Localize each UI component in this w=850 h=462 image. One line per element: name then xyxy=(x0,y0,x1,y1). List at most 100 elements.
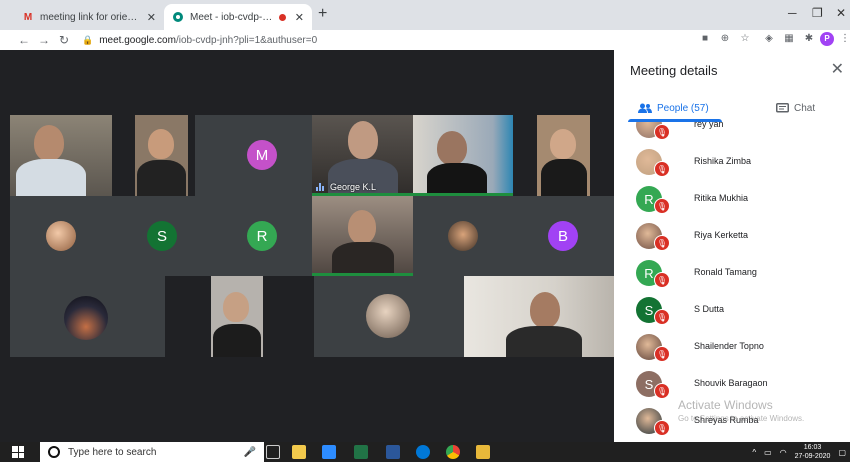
wifi-icon[interactable]: ◠ xyxy=(780,448,787,457)
video-tile[interactable] xyxy=(464,276,614,357)
participant-name: Shouvik Baragaon xyxy=(694,378,768,388)
participant-row[interactable]: 🎙 rey yah xyxy=(614,122,850,143)
zoom-app-icon[interactable] xyxy=(322,445,336,459)
mic-off-icon: 🎙 xyxy=(654,346,670,362)
extension-icon[interactable]: ▦ xyxy=(782,32,796,46)
video-tile[interactable] xyxy=(312,196,413,276)
video-tile[interactable] xyxy=(135,115,188,196)
close-icon[interactable]: ✕ xyxy=(147,11,156,24)
file-explorer-icon[interactable] xyxy=(476,445,490,459)
reload-icon[interactable]: ↻ xyxy=(54,33,74,47)
puzzle-icon[interactable]: ✱ xyxy=(802,32,816,46)
minimize-icon[interactable]: ─ xyxy=(788,6,797,20)
avatar: B xyxy=(548,221,578,251)
participant-tile[interactable] xyxy=(10,276,165,357)
tab-title: meeting link for orientation prog xyxy=(40,11,143,23)
clock[interactable]: 16:03 27-09-2020 xyxy=(795,443,831,461)
chevron-up-icon[interactable]: ^ xyxy=(752,448,756,457)
video-tile[interactable] xyxy=(537,115,590,196)
meeting-grid: M George K.L S R B xyxy=(0,50,614,442)
forward-icon[interactable]: → xyxy=(34,33,54,47)
video-tile[interactable] xyxy=(211,276,263,357)
clock-date: 27-09-2020 xyxy=(794,453,831,460)
participant-tile[interactable]: R xyxy=(212,196,312,276)
tab-title: Meet - iob-cvdp-jnh xyxy=(190,11,274,23)
participant-row[interactable]: S 🎙 S Dutta xyxy=(614,291,850,328)
participant-tile[interactable] xyxy=(413,196,513,276)
avatar: S xyxy=(147,221,177,251)
mic-off-icon: 🎙 xyxy=(654,161,670,177)
notification-icon[interactable]: ▢ xyxy=(838,448,846,457)
zoom-icon[interactable]: ⊕ xyxy=(718,32,732,46)
video-tile-speaking[interactable]: George K.L xyxy=(312,115,413,196)
tab-people-label: People (57) xyxy=(657,102,709,114)
battery-icon[interactable]: ▭ xyxy=(764,448,772,457)
avatar xyxy=(46,221,76,251)
menu-icon[interactable]: ⋮ xyxy=(838,32,850,46)
speaking-indicator-icon xyxy=(316,183,326,191)
windows-start-icon[interactable] xyxy=(12,446,24,458)
excel-icon[interactable] xyxy=(354,445,368,459)
participant-tile[interactable] xyxy=(10,196,112,276)
address-bar[interactable]: 🔒 meet.google.com/iob-cvdp-jnh?pli=1&aut… xyxy=(82,32,622,48)
window-close-icon[interactable]: ✕ xyxy=(836,6,846,20)
participant-name: S Dutta xyxy=(694,304,725,314)
lock-icon: 🔒 xyxy=(82,34,94,45)
video-tile[interactable] xyxy=(10,115,112,196)
extension-icon[interactable]: ◈ xyxy=(762,32,776,46)
mic-off-icon: 🎙 xyxy=(654,198,670,214)
browser-tab-strip: M meeting link for orientation prog ✕ Me… xyxy=(0,0,850,30)
participant-tile[interactable]: S xyxy=(112,196,212,276)
search-placeholder: Type here to search xyxy=(68,446,157,458)
participant-row[interactable]: 🎙 Rishika Zimba xyxy=(614,143,850,180)
participant-tile[interactable] xyxy=(314,276,464,357)
video-tile[interactable] xyxy=(413,115,513,196)
people-icon xyxy=(638,103,652,113)
participant-name-tag: George K.L xyxy=(316,182,376,192)
avatar: R xyxy=(247,221,277,251)
close-icon[interactable]: ✕ xyxy=(295,11,304,24)
tab-meet[interactable]: Meet - iob-cvdp-jnh ✕ xyxy=(164,4,312,30)
mic-off-icon: 🎙 xyxy=(654,124,670,140)
panel-tabs: People (57) Chat xyxy=(614,94,850,122)
bookmark-star-icon[interactable]: ☆ xyxy=(738,32,752,46)
participant-name: Ronald Tamang xyxy=(694,267,757,277)
participant-row[interactable]: 🎙 Riya Kerketta xyxy=(614,217,850,254)
back-icon[interactable]: ← xyxy=(14,33,34,47)
store-icon[interactable] xyxy=(292,445,306,459)
microphone-icon[interactable]: 🎤 xyxy=(244,447,256,458)
avatar: M xyxy=(247,140,277,170)
word-icon[interactable] xyxy=(386,445,400,459)
meet-icon xyxy=(172,11,184,23)
recording-icon xyxy=(278,13,286,21)
tab-gmail[interactable]: M meeting link for orientation prog ✕ xyxy=(14,4,164,30)
profile-avatar[interactable]: P xyxy=(820,32,834,46)
participant-row[interactable]: R 🎙 Ronald Tamang xyxy=(614,254,850,291)
participant-tile[interactable]: B xyxy=(513,196,614,276)
tab-people[interactable]: People (57) xyxy=(638,94,709,122)
meeting-details-panel: Meeting details ✕ People (57) Chat 🎙 rey … xyxy=(614,50,850,442)
windows-taskbar: Type here to search 🎤 ^ ▭ ◠ 16:03 27-09-… xyxy=(0,442,850,462)
restore-icon[interactable]: ❐ xyxy=(812,6,823,20)
avatar xyxy=(448,221,478,251)
participant-name: Riya Kerketta xyxy=(694,230,749,240)
participant-row[interactable]: 🎙 Shreyas Rumba xyxy=(614,402,850,439)
camera-indicator-icon[interactable]: ■ xyxy=(698,32,712,46)
participant-tile[interactable]: M xyxy=(195,115,312,196)
tab-chat[interactable]: Chat xyxy=(776,94,815,122)
task-view-icon[interactable] xyxy=(266,445,280,459)
participant-name: Ritika Mukhia xyxy=(694,193,749,203)
taskbar-search[interactable]: Type here to search 🎤 xyxy=(40,442,264,462)
mic-off-icon: 🎙 xyxy=(654,309,670,325)
edge-icon[interactable] xyxy=(416,445,430,459)
participant-name: Rishika Zimba xyxy=(694,156,752,166)
close-icon[interactable]: ✕ xyxy=(831,59,844,79)
participant-row[interactable]: R 🎙 Ritika Mukhia xyxy=(614,180,850,217)
new-tab-button[interactable]: + xyxy=(318,5,327,23)
avatar xyxy=(366,294,410,338)
cortana-icon xyxy=(48,446,60,458)
participant-row[interactable]: 🎙 Shailender Topno xyxy=(614,328,850,365)
participant-row[interactable]: S 🎙 Shouvik Baragaon xyxy=(614,365,850,402)
chrome-icon[interactable] xyxy=(446,445,460,459)
participant-name: rey yah xyxy=(694,122,724,129)
